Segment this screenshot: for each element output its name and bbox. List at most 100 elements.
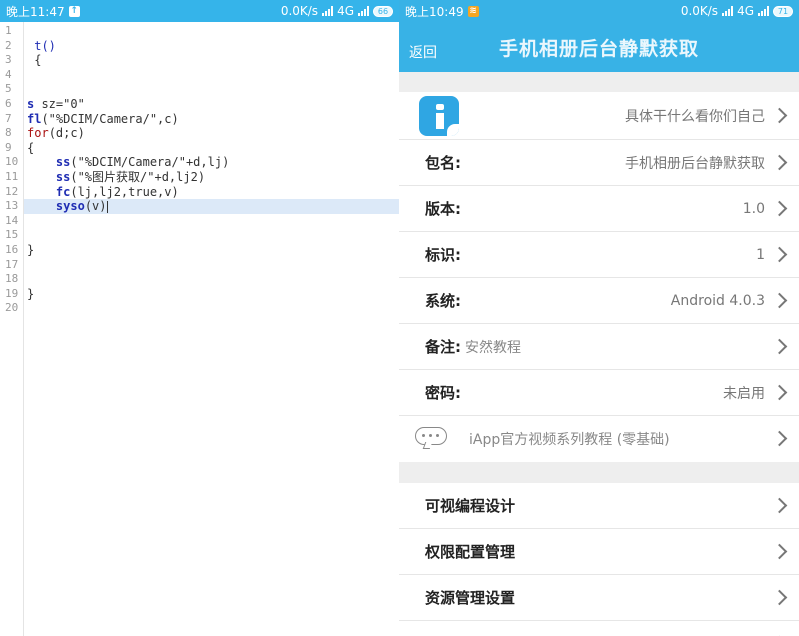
code-text[interactable]: t() { s sz="0" fl("%DCIM/Camera/",c) for… bbox=[24, 22, 399, 636]
line-number: 19 bbox=[5, 286, 19, 300]
identifier-row[interactable]: 标识: 1 bbox=[399, 232, 799, 278]
code-line[interactable] bbox=[24, 301, 399, 316]
code-line[interactable]: { bbox=[24, 141, 399, 156]
code-token: ("%图片获取/"+d,lj2) bbox=[70, 169, 206, 184]
code-line[interactable]: s sz="0" bbox=[24, 97, 399, 112]
section-divider bbox=[399, 462, 799, 483]
row-label: 包名: bbox=[425, 154, 461, 172]
line-number: 15 bbox=[5, 228, 19, 242]
line-number-gutter: 1 2 3 4 5 6 7 8 9 10 11 12 13 14 15 16 1… bbox=[0, 22, 24, 636]
code-line[interactable]: fl("%DCIM/Camera/",c) bbox=[24, 112, 399, 127]
code-line[interactable]: for(d;c) bbox=[24, 126, 399, 141]
chevron-right-icon bbox=[771, 154, 788, 170]
code-line[interactable]: { bbox=[24, 53, 399, 68]
row-value: 手机相册后台静默获取 bbox=[625, 155, 765, 172]
password-row[interactable]: 密码: 未启用 bbox=[399, 370, 799, 416]
text-cursor bbox=[106, 200, 108, 213]
row-label: 密码: bbox=[425, 384, 461, 402]
project-info-list: 具体干什么看你们自己 包名: 手机相册后台静默获取 版本: 1.0 标识: 1 … bbox=[399, 92, 799, 462]
line-number: 7 bbox=[5, 111, 12, 125]
status-bar: 晚上11:47 ↑ 0.0K/s 4G 66 bbox=[0, 0, 399, 22]
status-time: 晚上10:49 bbox=[405, 4, 464, 19]
line-number: 20 bbox=[5, 301, 19, 315]
code-line[interactable] bbox=[24, 258, 399, 273]
code-editor-screen: 晚上11:47 ↑ 0.0K/s 4G 66 1 2 3 4 5 6 7 8 9… bbox=[0, 0, 399, 636]
permission-config-row[interactable]: 权限配置管理 bbox=[399, 529, 799, 575]
row-value: 未启用 bbox=[723, 385, 765, 402]
line-number: 4 bbox=[5, 67, 12, 81]
chevron-right-icon bbox=[771, 430, 788, 447]
line-number: 17 bbox=[5, 257, 19, 271]
line-number: 3 bbox=[5, 53, 12, 67]
line-number: 5 bbox=[5, 82, 12, 96]
upload-notification-icon: ↑ bbox=[68, 5, 80, 17]
code-line-current[interactable]: syso(v) bbox=[24, 199, 399, 214]
chat-bubble-icon bbox=[415, 427, 449, 451]
code-line[interactable]: ss("%DCIM/Camera/"+d,lj) bbox=[24, 155, 399, 170]
project-description-row[interactable]: 具体干什么看你们自己 bbox=[399, 92, 799, 140]
system-row[interactable]: 系统: Android 4.0.3 bbox=[399, 278, 799, 324]
code-line[interactable]: ss("%图片获取/"+d,lj2) bbox=[24, 170, 399, 185]
line-number: 9 bbox=[5, 140, 12, 154]
menu-row-partial[interactable] bbox=[399, 621, 799, 636]
line-number: 11 bbox=[5, 169, 19, 183]
code-line[interactable]: } bbox=[24, 287, 399, 302]
code-keyword: syso bbox=[55, 199, 85, 214]
line-number: 12 bbox=[5, 184, 19, 198]
code-token: } bbox=[27, 242, 35, 257]
line-number: 16 bbox=[5, 242, 19, 256]
code-token: } bbox=[27, 286, 35, 301]
network-type: 4G bbox=[737, 4, 754, 18]
status-time: 晚上11:47 bbox=[6, 4, 65, 19]
battery-icon: 71 bbox=[773, 5, 793, 17]
project-info-screen: 晚上10:49 ≋ 0.0K/s 4G 71 返回 手机相册后台静默获取 具体干… bbox=[399, 0, 799, 636]
description-value: 具体干什么看你们自己 bbox=[625, 108, 765, 125]
row-label: 版本: bbox=[425, 200, 461, 218]
version-row[interactable]: 版本: 1.0 bbox=[399, 186, 799, 232]
code-line[interactable] bbox=[24, 82, 399, 97]
chevron-right-icon bbox=[771, 543, 788, 559]
code-line[interactable] bbox=[24, 272, 399, 287]
app-logo-icon bbox=[419, 95, 459, 136]
line-number: 14 bbox=[5, 213, 19, 227]
visual-programming-row[interactable]: 可视编程设计 bbox=[399, 483, 799, 529]
title-bar: 返回 手机相册后台静默获取 bbox=[399, 22, 799, 72]
menu-label: 资源管理设置 bbox=[425, 589, 516, 607]
chevron-right-icon bbox=[771, 292, 788, 308]
section-divider bbox=[399, 72, 799, 92]
chevron-right-icon bbox=[771, 246, 788, 262]
code-keyword: fl bbox=[27, 111, 42, 126]
chevron-right-icon bbox=[771, 384, 788, 400]
package-name-row[interactable]: 包名: 手机相册后台静默获取 bbox=[399, 140, 799, 186]
chevron-right-icon bbox=[771, 589, 788, 605]
code-line[interactable] bbox=[24, 228, 399, 243]
code-line[interactable]: } bbox=[24, 243, 399, 258]
code-line[interactable] bbox=[24, 214, 399, 229]
chevron-right-icon bbox=[771, 497, 788, 513]
signal-icon-2 bbox=[358, 6, 369, 16]
line-number: 18 bbox=[5, 272, 19, 286]
signal-icon-2 bbox=[758, 6, 769, 16]
chevron-right-icon bbox=[771, 200, 788, 216]
code-keyword: for bbox=[27, 126, 49, 141]
signal-icon bbox=[322, 6, 334, 16]
line-number: 13 bbox=[5, 199, 19, 213]
code-token: { bbox=[34, 53, 42, 68]
video-tutorial-row[interactable]: iApp官方视频系列教程 (零基础) bbox=[399, 416, 799, 462]
code-line[interactable] bbox=[24, 24, 399, 39]
code-line[interactable]: fc(lj,lj2,true,v) bbox=[24, 185, 399, 200]
editor-area[interactable]: 1 2 3 4 5 6 7 8 9 10 11 12 13 14 15 16 1… bbox=[0, 22, 399, 636]
row-label: 标识: bbox=[425, 246, 461, 264]
battery-icon: 66 bbox=[373, 5, 393, 17]
resource-management-row[interactable]: 资源管理设置 bbox=[399, 575, 799, 621]
menu-list: 可视编程设计 权限配置管理 资源管理设置 bbox=[399, 483, 799, 636]
code-line[interactable]: t() bbox=[24, 39, 399, 54]
line-number: 8 bbox=[5, 126, 12, 140]
code-keyword: ss bbox=[55, 169, 71, 184]
remark-row[interactable]: 备注: 安然教程 bbox=[399, 324, 799, 370]
line-number: 6 bbox=[5, 96, 12, 110]
row-label: 系统: bbox=[425, 292, 461, 310]
code-line[interactable] bbox=[24, 68, 399, 83]
row-value: 1.0 bbox=[742, 200, 765, 217]
chevron-right-icon bbox=[771, 338, 788, 354]
